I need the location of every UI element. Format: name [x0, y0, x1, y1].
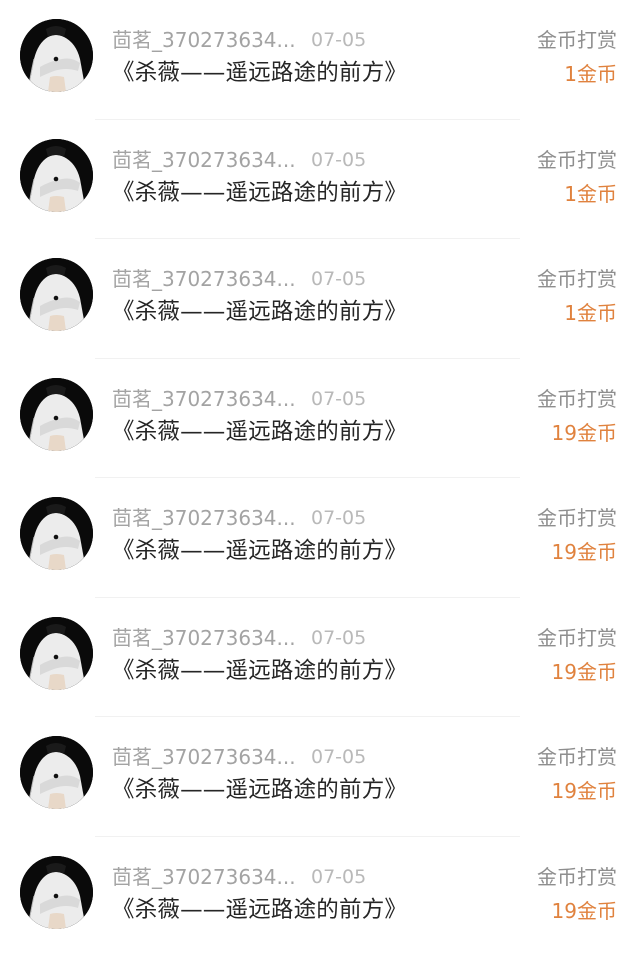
- username[interactable]: 茴茗_370273634...: [112, 386, 296, 412]
- work-title[interactable]: 《杀薇——遥远路途的前方》: [112, 417, 407, 447]
- list-item[interactable]: 茴茗_370273634... 07-05 《杀薇——遥远路途的前方》 金币打赏…: [0, 837, 640, 956]
- date: 07-05: [311, 864, 366, 890]
- reward-amount: 19金币: [552, 897, 617, 925]
- username[interactable]: 茴茗_370273634...: [112, 147, 296, 173]
- list-item[interactable]: 茴茗_370273634... 07-05 《杀薇——遥远路途的前方》 金币打赏…: [0, 717, 640, 837]
- username[interactable]: 茴茗_370273634...: [112, 864, 296, 890]
- avatar[interactable]: [20, 497, 93, 570]
- work-title[interactable]: 《杀薇——遥远路途的前方》: [112, 536, 407, 566]
- work-title[interactable]: 《杀薇——遥远路途的前方》: [112, 895, 407, 925]
- username[interactable]: 茴茗_370273634...: [112, 505, 296, 531]
- avatar[interactable]: [20, 617, 93, 690]
- date: 07-05: [311, 147, 366, 173]
- reward-type: 金币打赏: [537, 864, 617, 890]
- reward-type: 金币打赏: [537, 147, 617, 173]
- work-title[interactable]: 《杀薇——遥远路途的前方》: [112, 297, 407, 327]
- reward-type: 金币打赏: [537, 505, 617, 531]
- date: 07-05: [311, 386, 366, 412]
- work-title[interactable]: 《杀薇——遥远路途的前方》: [112, 58, 407, 88]
- date: 07-05: [311, 625, 366, 651]
- list-item[interactable]: 茴茗_370273634... 07-05 《杀薇——遥远路途的前方》 金币打赏…: [0, 120, 640, 240]
- username[interactable]: 茴茗_370273634...: [112, 266, 296, 292]
- reward-type: 金币打赏: [537, 386, 617, 412]
- reward-type: 金币打赏: [537, 744, 617, 770]
- list-item[interactable]: 茴茗_370273634... 07-05 《杀薇——遥远路途的前方》 金币打赏…: [0, 239, 640, 359]
- reward-amount: 19金币: [552, 658, 617, 686]
- date: 07-05: [311, 27, 366, 53]
- list-item[interactable]: 茴茗_370273634... 07-05 《杀薇——遥远路途的前方》 金币打赏…: [0, 359, 640, 479]
- avatar[interactable]: [20, 736, 93, 809]
- date: 07-05: [311, 744, 366, 770]
- avatar[interactable]: [20, 258, 93, 331]
- reward-type: 金币打赏: [537, 625, 617, 651]
- avatar[interactable]: [20, 378, 93, 451]
- reward-amount: 1金币: [564, 299, 617, 327]
- reward-amount: 1金币: [564, 60, 617, 88]
- avatar[interactable]: [20, 139, 93, 212]
- reward-amount: 19金币: [552, 419, 617, 447]
- work-title[interactable]: 《杀薇——遥远路途的前方》: [112, 775, 407, 805]
- avatar[interactable]: [20, 856, 93, 929]
- reward-amount: 1金币: [564, 180, 617, 208]
- username[interactable]: 茴茗_370273634...: [112, 625, 296, 651]
- work-title[interactable]: 《杀薇——遥远路途的前方》: [112, 656, 407, 686]
- reward-amount: 19金币: [552, 777, 617, 805]
- list-item[interactable]: 茴茗_370273634... 07-05 《杀薇——遥远路途的前方》 金币打赏…: [0, 0, 640, 120]
- date: 07-05: [311, 505, 366, 531]
- username[interactable]: 茴茗_370273634...: [112, 27, 296, 53]
- avatar[interactable]: [20, 19, 93, 92]
- reward-amount: 19金币: [552, 538, 617, 566]
- username[interactable]: 茴茗_370273634...: [112, 744, 296, 770]
- reward-list: 茴茗_370273634... 07-05 《杀薇——遥远路途的前方》 金币打赏…: [0, 0, 640, 945]
- date: 07-05: [311, 266, 366, 292]
- work-title[interactable]: 《杀薇——遥远路途的前方》: [112, 178, 407, 208]
- reward-type: 金币打赏: [537, 266, 617, 292]
- reward-type: 金币打赏: [537, 27, 617, 53]
- list-item[interactable]: 茴茗_370273634... 07-05 《杀薇——遥远路途的前方》 金币打赏…: [0, 598, 640, 718]
- list-item[interactable]: 茴茗_370273634... 07-05 《杀薇——遥远路途的前方》 金币打赏…: [0, 478, 640, 598]
